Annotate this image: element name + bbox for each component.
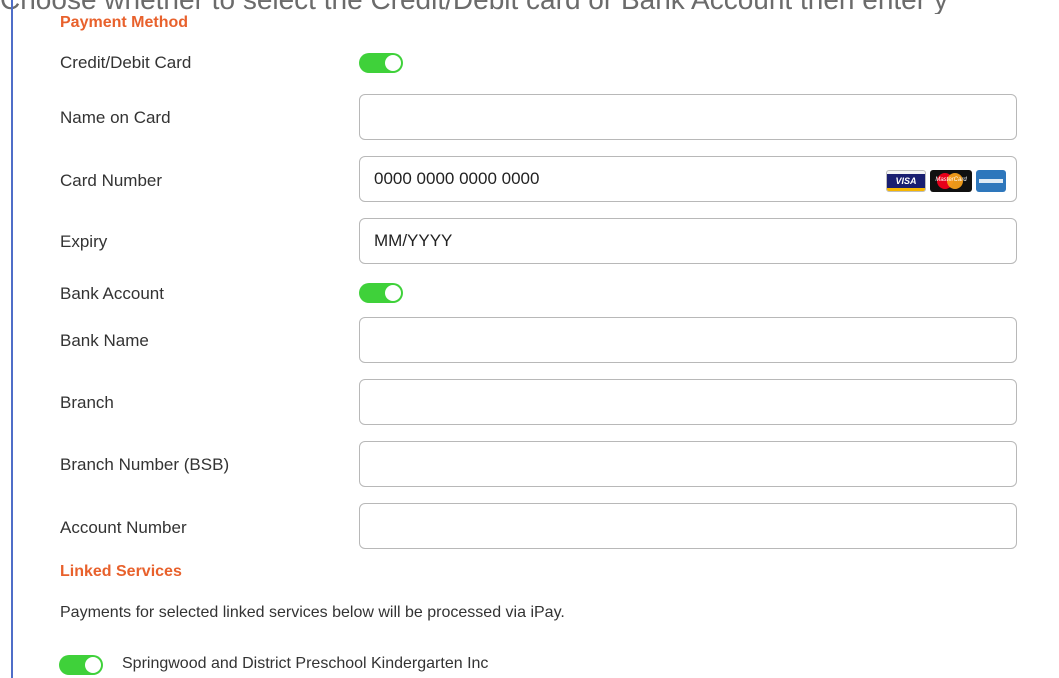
branch-field-box [359,379,1017,425]
expiry-field-box [359,218,1017,264]
bank-name-field-box [359,317,1017,363]
top-instruction-text: Choose whether to select the Credit/Debi… [0,0,1059,14]
linked-services-title: Linked Services [60,563,182,580]
linked-service-name: Springwood and District Preschool Kinder… [122,655,489,672]
bank-name-input[interactable] [360,318,1016,362]
expiry-input[interactable] [360,219,1016,263]
card-brand-icons: VISA MasterCard [886,170,1006,192]
account-number-input[interactable] [360,504,1016,548]
bank-name-label: Bank Name [60,331,149,350]
linked-services-description: Payments for selected linked services be… [60,604,565,621]
bank-account-label: Bank Account [60,284,164,303]
bank-account-toggle[interactable] [359,283,403,303]
branch-number-field-box [359,441,1017,487]
payment-method-title: Payment Method [60,14,189,31]
branch-input[interactable] [360,380,1016,424]
name-on-card-input[interactable] [360,95,1016,139]
mastercard-icon: MasterCard [930,170,972,192]
visa-card-icon: VISA [886,170,926,192]
account-number-label: Account Number [60,518,187,537]
account-number-field-box [359,503,1017,549]
amex-card-icon [976,170,1006,192]
card-number-label: Card Number [60,171,163,190]
name-on-card-field-box [359,94,1017,140]
name-on-card-label: Name on Card [60,108,171,127]
credit-debit-card-toggle[interactable] [359,53,403,73]
branch-label: Branch [60,393,114,412]
toggle-knob [385,285,401,301]
credit-debit-card-label: Credit/Debit Card [60,53,192,72]
card-number-field-box: VISA MasterCard [359,156,1017,202]
expiry-label: Expiry [60,232,108,251]
toggle-knob [85,657,101,673]
branch-number-input[interactable] [360,442,1016,486]
linked-service-toggle[interactable] [59,655,103,675]
branch-number-label: Branch Number (BSB) [60,455,230,474]
toggle-knob [385,55,401,71]
left-border [11,0,13,678]
